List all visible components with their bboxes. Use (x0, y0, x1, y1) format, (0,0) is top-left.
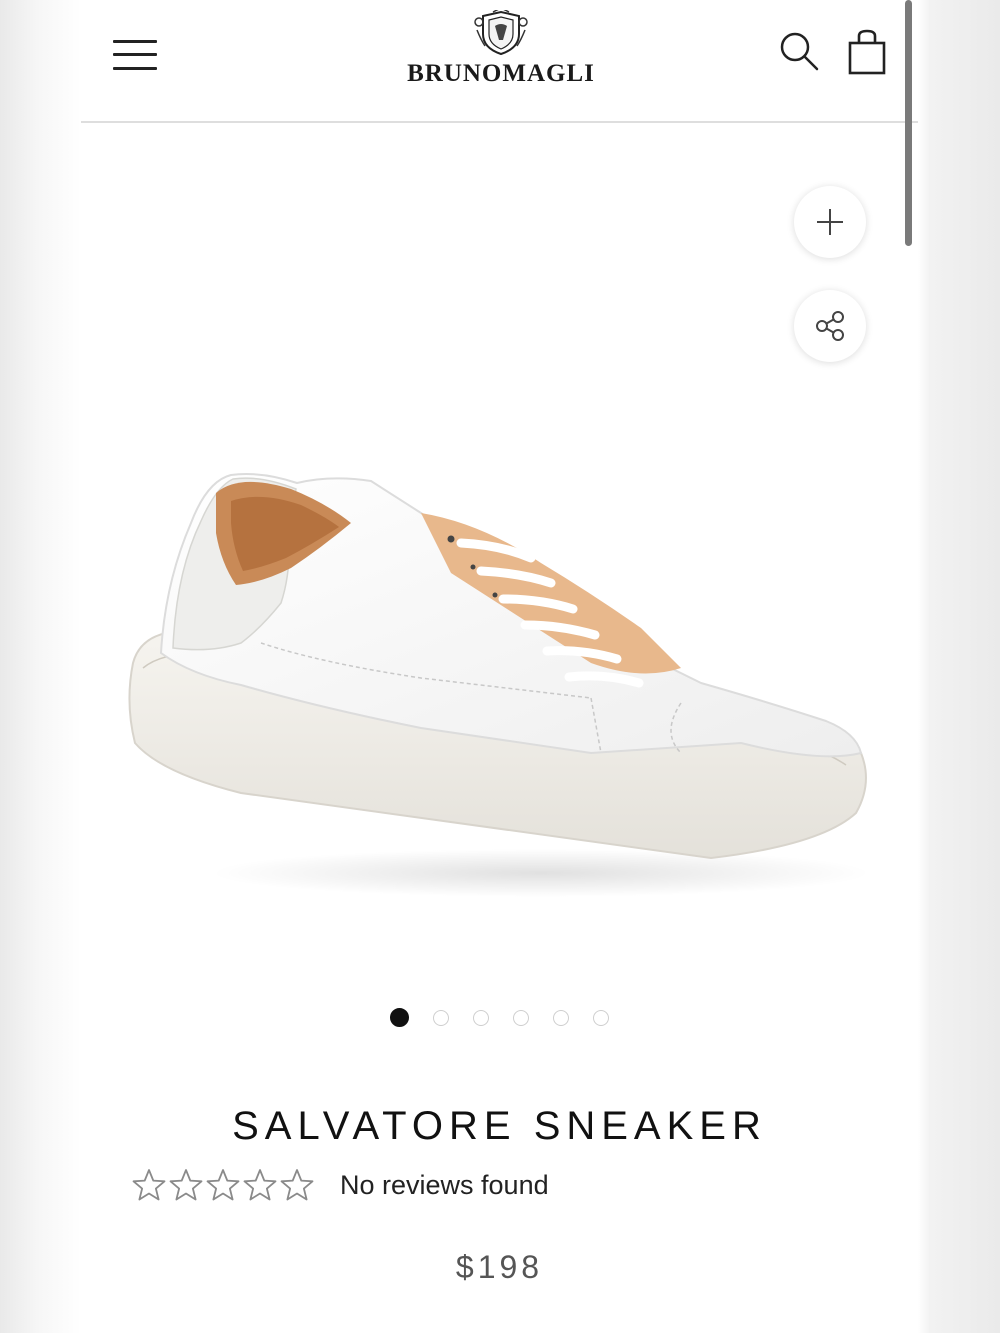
menu-line-icon (113, 67, 157, 70)
menu-line-icon (113, 40, 157, 43)
pagination-dot[interactable] (553, 1009, 569, 1026)
share-icon (816, 311, 844, 341)
product-page: BRUNOMAGLI SALVATORE SNEAKER No reviews … (81, 0, 918, 1333)
site-header: BRUNOMAGLI (81, 0, 918, 123)
star-rating (132, 1169, 314, 1201)
star-icon (243, 1169, 277, 1201)
gallery-pagination (81, 1008, 918, 1030)
menu-button[interactable] (113, 38, 157, 72)
star-icon (169, 1169, 203, 1201)
star-icon (280, 1169, 314, 1201)
reviews-text: No reviews found (340, 1170, 549, 1200)
product-gallery[interactable] (81, 123, 918, 993)
star-icon (132, 1169, 166, 1201)
crest-icon (474, 10, 528, 56)
pagination-dot[interactable] (593, 1009, 609, 1026)
brand-name: BRUNOMAGLI (407, 60, 595, 87)
zoom-button[interactable] (794, 186, 866, 258)
product-image (128, 473, 871, 897)
shopping-bag-icon (848, 29, 886, 75)
product-title: SALVATORE SNEAKER (232, 1104, 767, 1148)
pagination-dot[interactable] (513, 1009, 529, 1026)
scrollbar[interactable] (905, 0, 912, 246)
cart-button[interactable] (847, 28, 887, 76)
pagination-dot[interactable] (433, 1009, 449, 1026)
brand-logo[interactable]: BRUNOMAGLI (351, 10, 651, 100)
menu-line-icon (113, 53, 157, 56)
search-button[interactable] (778, 30, 822, 74)
plus-icon (817, 209, 843, 235)
share-button[interactable] (794, 290, 866, 362)
star-icon (206, 1169, 240, 1201)
pagination-dot[interactable] (390, 1008, 409, 1027)
search-icon (780, 32, 819, 71)
product-price: $198 (455, 1249, 544, 1285)
pagination-dot[interactable] (473, 1009, 489, 1026)
